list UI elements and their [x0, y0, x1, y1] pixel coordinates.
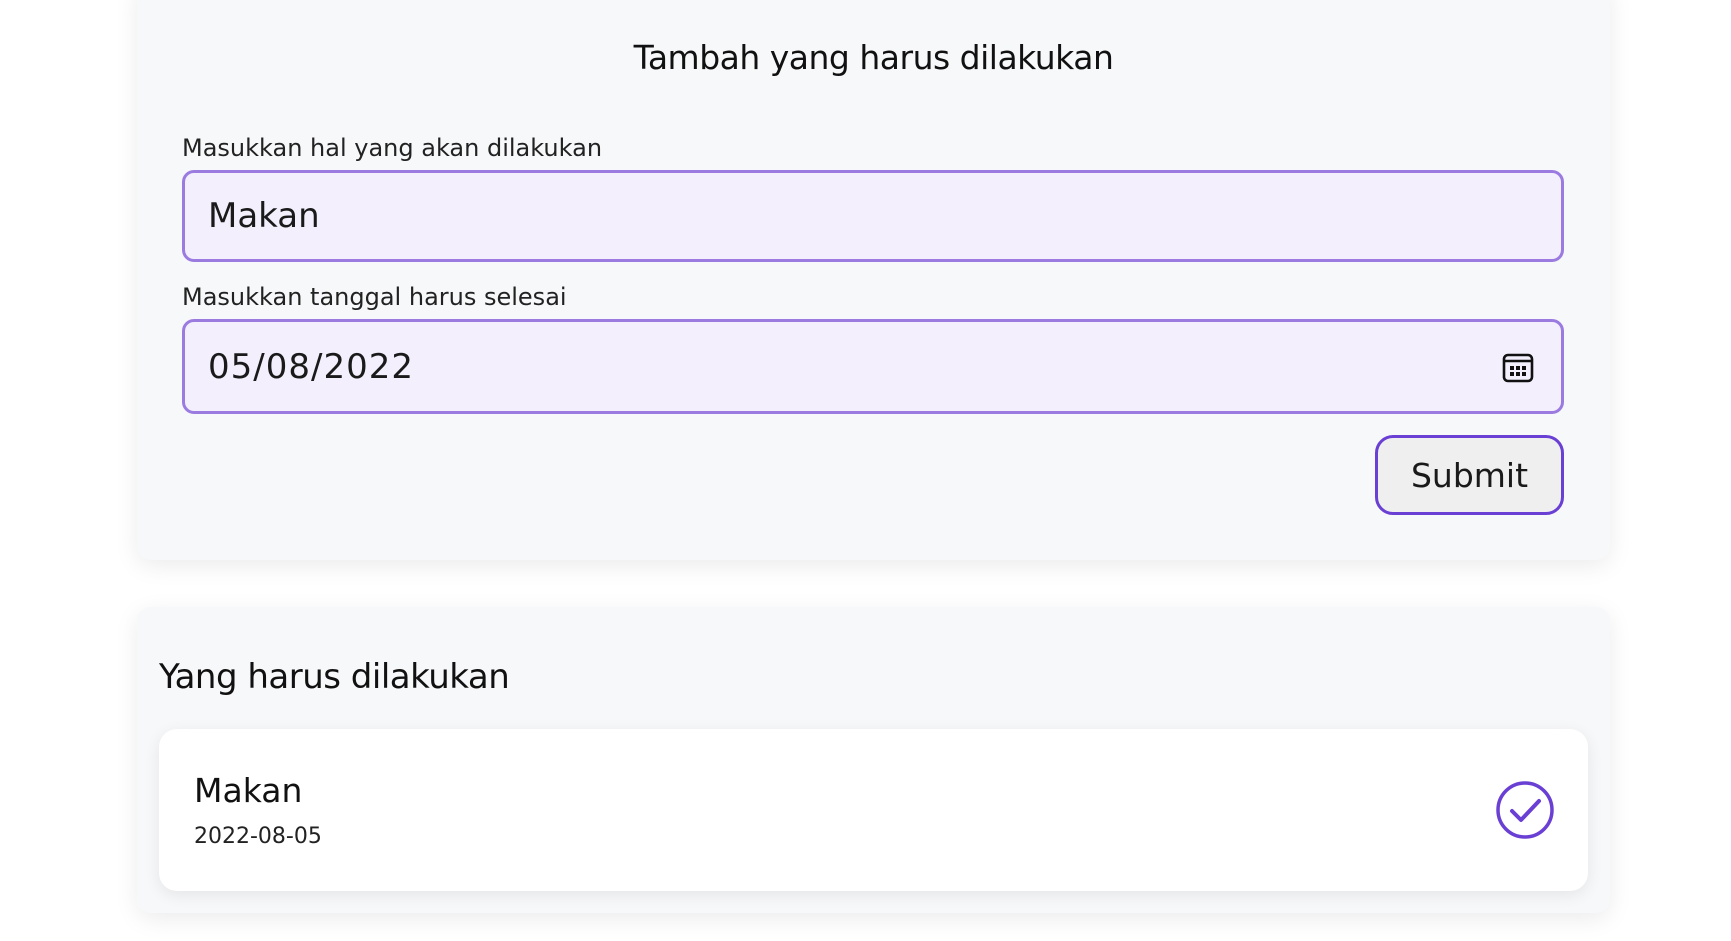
- add-todo-form-card: Tambah yang harus dilakukan Masukkan hal…: [137, 0, 1610, 560]
- todo-item-title: Makan: [194, 771, 303, 810]
- todo-list-card: Yang harus dilakukan Makan 2022-08-05: [137, 607, 1610, 913]
- task-input[interactable]: Makan: [182, 170, 1564, 262]
- submit-button[interactable]: Submit: [1375, 435, 1564, 515]
- task-field-label: Masukkan hal yang akan dilakukan: [182, 134, 603, 162]
- todo-item: Makan 2022-08-05: [159, 729, 1588, 891]
- check-circle-icon[interactable]: [1495, 780, 1555, 840]
- date-field-label: Masukkan tanggal harus selesai: [182, 283, 567, 311]
- form-title: Tambah yang harus dilakukan: [633, 38, 1114, 77]
- todo-item-date: 2022-08-05: [194, 824, 322, 849]
- list-title: Yang harus dilakukan: [159, 657, 510, 697]
- date-input-value: 05/08/2022: [208, 346, 414, 387]
- calendar-icon[interactable]: [1501, 350, 1535, 384]
- task-input-value: Makan: [208, 196, 320, 236]
- date-input[interactable]: 05/08/2022: [182, 319, 1564, 414]
